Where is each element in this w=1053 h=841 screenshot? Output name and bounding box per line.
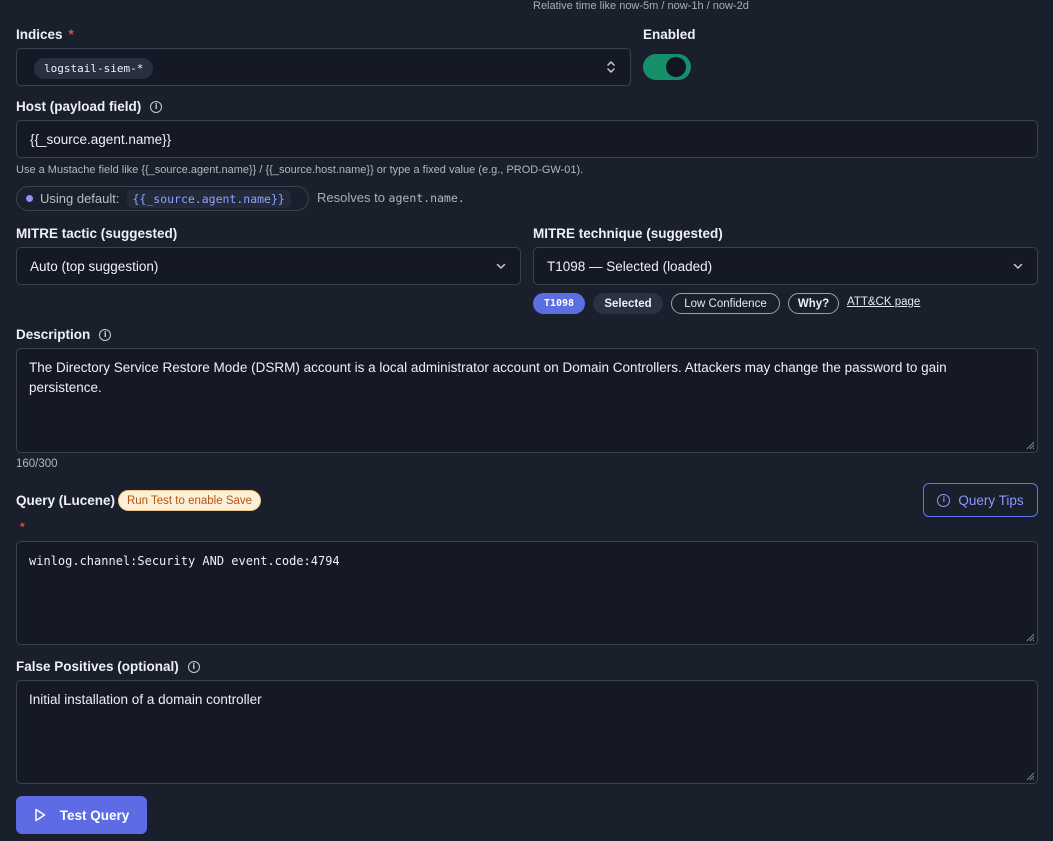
false-positives-label-text: False Positives (optional) <box>16 659 179 674</box>
time-hint: Relative time like now-5m / now-1h / now… <box>533 0 749 12</box>
description-label: Description i <box>16 327 112 342</box>
false-positives-text: Initial installation of a domain control… <box>29 692 262 707</box>
technique-id-badge: T1098 <box>533 293 585 314</box>
required-mark: * <box>68 27 74 42</box>
enabled-label: Enabled <box>643 27 696 42</box>
confidence-badge: Low Confidence <box>671 293 780 314</box>
chevron-down-icon <box>1013 263 1023 269</box>
mitre-tactic-label: MITRE tactic (suggested) <box>16 226 178 241</box>
description-counter: 160/300 <box>16 458 58 470</box>
query-tips-button[interactable]: i Query Tips <box>923 483 1038 517</box>
test-query-label: Test Query <box>59 807 130 823</box>
query-text: winlog.channel:Security AND event.code:4… <box>29 554 340 568</box>
indices-label: Indices * <box>16 27 74 42</box>
false-positives-label: False Positives (optional) i <box>16 659 200 674</box>
attck-page-link[interactable]: ATT&CK page <box>847 296 920 308</box>
resize-handle-icon[interactable] <box>1025 440 1035 450</box>
save-warning-badge: Run Test to enable Save <box>118 490 261 511</box>
host-label: Host (payload field) i <box>16 99 163 114</box>
indices-select[interactable]: logstail-siem-* <box>16 48 631 86</box>
index-chip[interactable]: logstail-siem-* <box>34 58 154 79</box>
query-label: Query (Lucene) <box>16 493 116 508</box>
resolves-value: agent.name. <box>388 191 465 205</box>
enabled-toggle[interactable] <box>643 54 691 80</box>
host-label-text: Host (payload field) <box>16 99 142 114</box>
host-input[interactable]: {{_source.agent.name}} <box>16 120 1038 158</box>
required-mark: * <box>20 520 25 534</box>
toggle-knob <box>666 57 686 77</box>
test-query-button[interactable]: Test Query <box>16 796 147 834</box>
false-positives-textarea[interactable]: Initial installation of a domain control… <box>16 680 1038 784</box>
query-textarea[interactable]: winlog.channel:Security AND event.code:4… <box>16 541 1038 645</box>
default-prefix: Using default: <box>40 191 120 206</box>
mitre-technique-value: T1098 — Selected (loaded) <box>547 258 713 274</box>
selected-badge: Selected <box>593 293 663 314</box>
mitre-tactic-value: Auto (top suggestion) <box>30 258 159 274</box>
indices-label-text: Indices <box>16 27 63 42</box>
updown-chevron-icon <box>607 61 615 73</box>
host-input-value: {{_source.agent.name}} <box>30 131 172 147</box>
default-host-code: {{_source.agent.name}} <box>126 189 291 208</box>
mitre-technique-select[interactable]: T1098 — Selected (loaded) <box>533 247 1038 285</box>
resize-handle-icon[interactable] <box>1025 632 1035 642</box>
info-icon: i <box>937 493 951 507</box>
description-label-text: Description <box>16 327 91 342</box>
description-text: The Directory Service Restore Mode (DSRM… <box>29 360 947 395</box>
resize-handle-icon[interactable] <box>1025 771 1035 781</box>
mitre-technique-label: MITRE technique (suggested) <box>533 226 723 241</box>
resolves-prefix: Resolves to <box>317 190 385 205</box>
rule-form: Relative time like now-5m / now-1h / now… <box>0 0 1053 841</box>
default-host-pill: Using default: {{_source.agent.name}} <box>16 186 309 211</box>
why-button[interactable]: Why? <box>788 293 839 314</box>
host-help-text: Use a Mustache field like {{_source.agen… <box>16 164 584 176</box>
status-dot <box>26 195 33 202</box>
resolves-text: Resolves to agent.name. <box>317 190 465 205</box>
description-textarea[interactable]: The Directory Service Restore Mode (DSRM… <box>16 348 1038 453</box>
info-icon[interactable]: i <box>187 660 200 673</box>
info-icon[interactable]: i <box>99 328 112 341</box>
query-tips-label: Query Tips <box>958 492 1024 508</box>
play-icon <box>34 808 45 822</box>
mitre-tactic-select[interactable]: Auto (top suggestion) <box>16 247 521 285</box>
info-icon[interactable]: i <box>150 100 163 113</box>
chevron-down-icon <box>496 263 506 269</box>
